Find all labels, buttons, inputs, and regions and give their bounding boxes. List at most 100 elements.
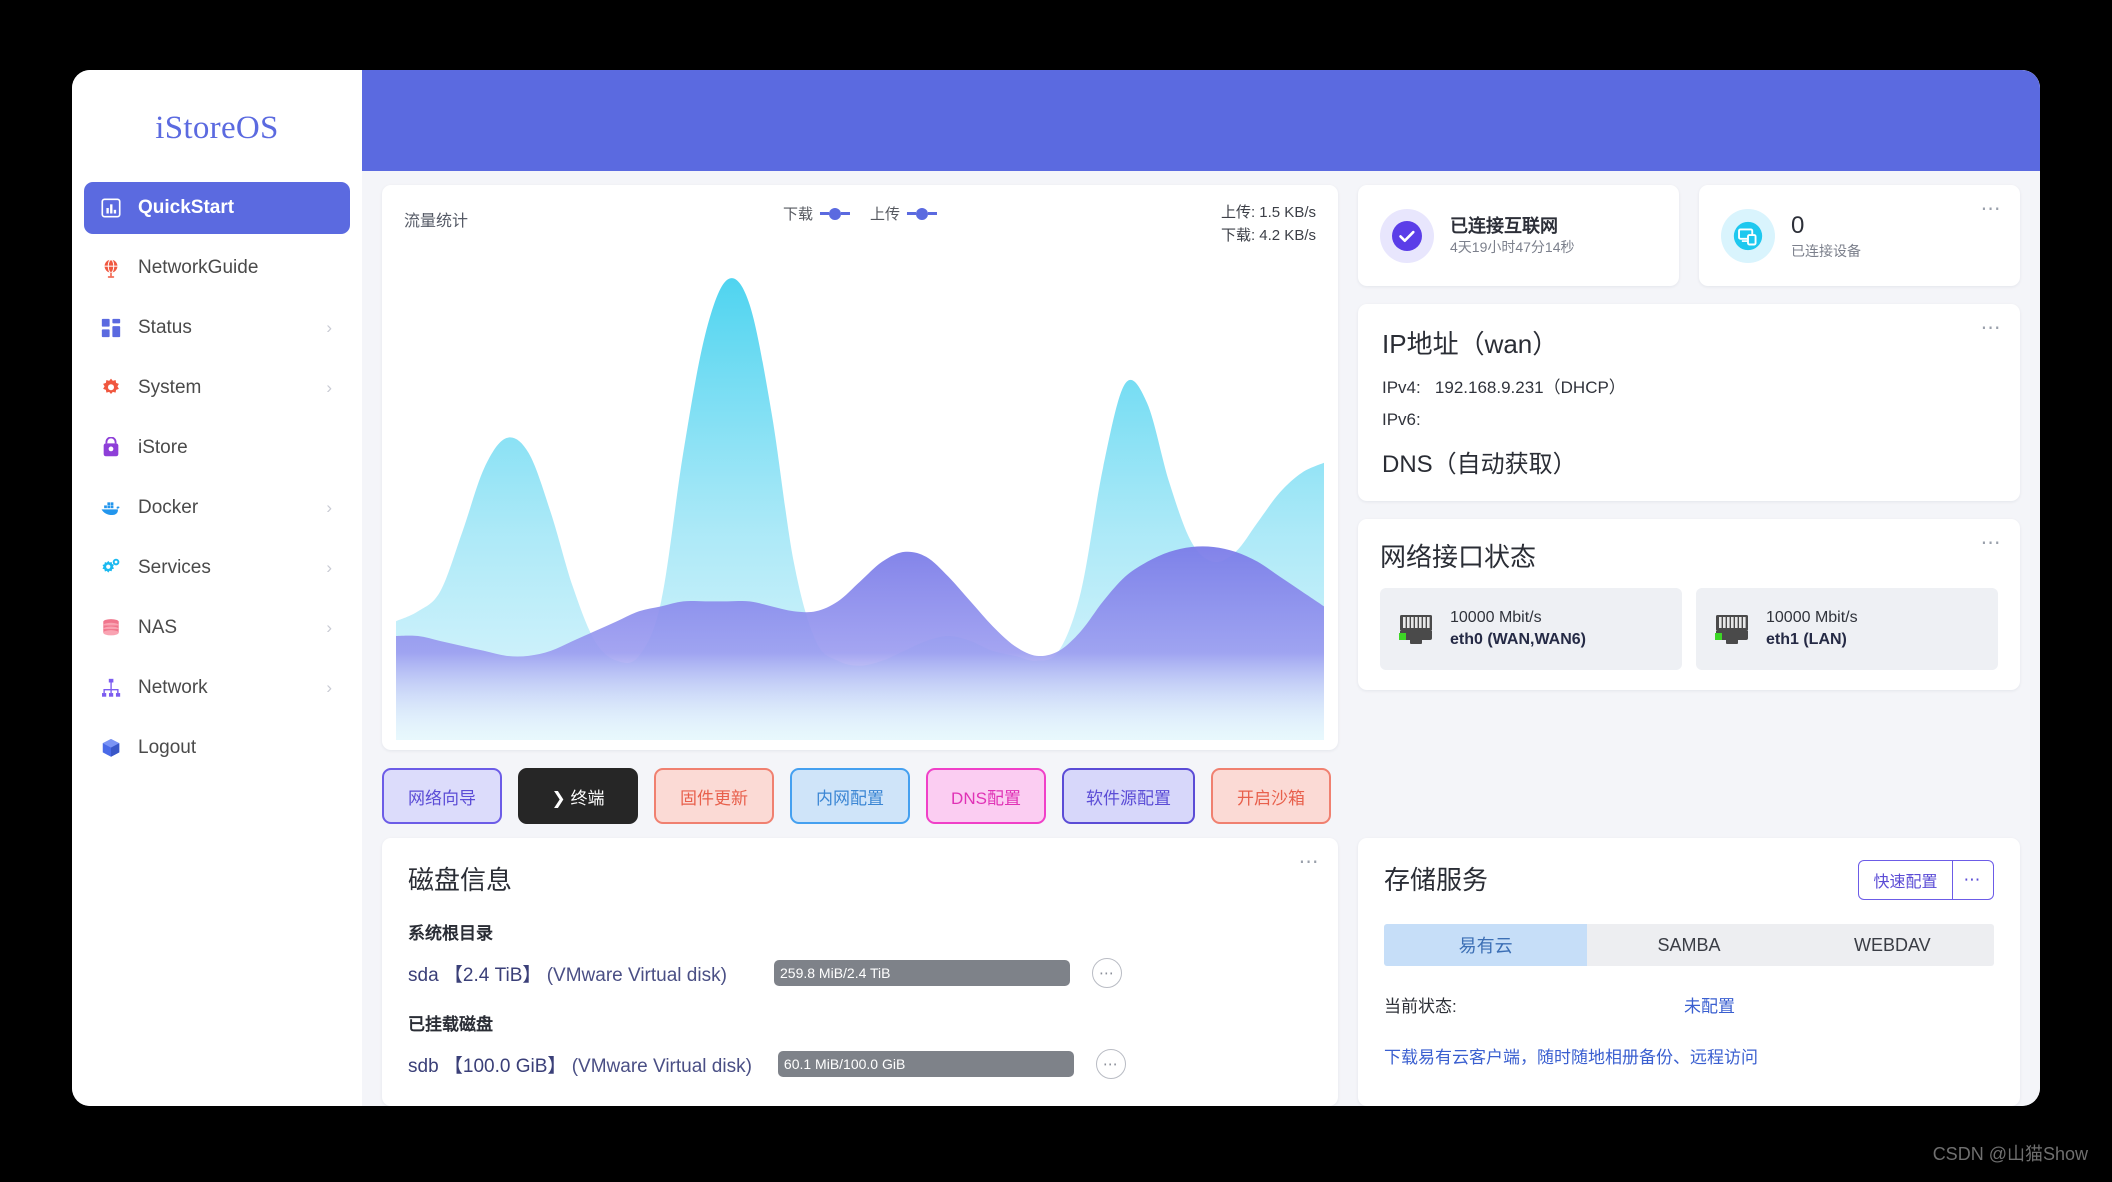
disk-group-heading: 已挂载磁盘	[408, 1015, 493, 1034]
sidebar-item-label: System	[138, 377, 202, 398]
status-badge: 未配置	[1684, 997, 1735, 1016]
lan-config-button[interactable]: 内网配置	[790, 768, 910, 824]
ipv4-label: IPv4:	[1382, 378, 1421, 397]
check-circle-icon	[1380, 208, 1434, 263]
ipv6-row: IPv6:	[1382, 410, 1996, 430]
sidebar-item-label: NetworkGuide	[138, 257, 259, 278]
table-row: sda 【2.4 TiB】 (VMware Virtual disk) 259.…	[408, 958, 1312, 988]
svc-header-buttons: 快速配置 ⋯	[1858, 860, 1994, 900]
dns-title: DNS（自动获取）	[1382, 451, 1577, 478]
docker-whale-icon	[98, 495, 124, 521]
sidebar-item-logout[interactable]: Logout	[84, 722, 350, 774]
cube-icon	[98, 735, 124, 761]
sidebar-item-label: Logout	[138, 737, 197, 758]
disk-size: 【100.0 GiB】	[443, 1055, 567, 1077]
sidebar-item-nas[interactable]: NAS ›	[84, 602, 350, 654]
rate-readout: 上传: 1.5 KB/s 下载: 4.2 KB/s	[1221, 201, 1316, 248]
chevron-right-icon: ›	[326, 678, 332, 697]
sidebar-item-network[interactable]: Network ›	[84, 662, 350, 714]
disk-model: (VMware Virtual disk)	[546, 964, 727, 986]
disk-row-menu-icon[interactable]: ⋯	[1095, 1049, 1126, 1079]
lower-region: 磁盘信息 ⋯ 系统根目录 sda 【2.4 TiB】 (VMware Virtu…	[382, 838, 2020, 1106]
netif-eth0[interactable]: 10000 Mbit/s eth0 (WAN,WAN6)	[1380, 588, 1682, 670]
storage-services-card: 存储服务 快速配置 ⋯ 易有云 SAMBA WEBDAV 当前状态: 未配置 下…	[1358, 838, 2020, 1106]
tab-yiyouyun[interactable]: 易有云	[1384, 924, 1588, 966]
disk-row-menu-icon[interactable]: ⋯	[1092, 958, 1122, 988]
sidebar-item-status[interactable]: Status ›	[84, 302, 350, 354]
tab-samba[interactable]: SAMBA	[1587, 924, 1791, 966]
sidebar-item-label: Services	[138, 557, 211, 578]
ipv4-row: IPv4: 192.168.9.231（DHCP）	[1382, 373, 1996, 398]
disk-device: sdb	[408, 1055, 439, 1077]
ethernet-port-icon	[1394, 611, 1438, 647]
sidebar-item-label: NAS	[138, 617, 178, 638]
gears-icon	[98, 555, 124, 581]
netif-name: eth1 (LAN)	[1766, 631, 1847, 648]
tab-webdav[interactable]: WEBDAV	[1790, 924, 1994, 966]
sidebar-item-services[interactable]: Services ›	[84, 542, 350, 594]
repo-config-button[interactable]: 软件源配置	[1062, 768, 1195, 824]
traffic-chart-card: 流量统计 下载 上传 上传: 1.5 KB/s 下载: 4.2 KB/s	[382, 185, 1338, 750]
svc-status-label: 当前状态:	[1384, 997, 1457, 1016]
netif-card-title: 网络接口状态	[1380, 542, 1537, 572]
quick-config-button[interactable]: 快速配置	[1858, 860, 1953, 900]
internet-status-title: 已连接互联网	[1450, 215, 1558, 236]
chevron-right-icon: ›	[326, 618, 332, 637]
netif-speed: 10000 Mbit/s	[1450, 608, 1542, 626]
netif-name: eth0 (WAN,WAN6)	[1450, 631, 1586, 648]
internet-uptime: 4天19小时47分14秒	[1450, 239, 1575, 256]
sidebar-item-label: QuickStart	[138, 197, 235, 218]
disk-usage-bar: 60.1 MiB/100.0 GiB	[777, 1051, 1074, 1077]
sidebar-item-networkguide[interactable]: NetworkGuide	[84, 242, 350, 294]
ip-card-title: IP地址（wan）	[1382, 329, 1559, 359]
watermark: CSDN @山猫Show	[1932, 1144, 2088, 1164]
devices-text: 0 已连接设备	[1791, 210, 1861, 261]
sidebar-item-istore[interactable]: iStore	[84, 422, 350, 474]
download-rate: 下载: 4.2 KB/s	[1220, 227, 1316, 245]
legend-item-upload[interactable]: 上传	[870, 203, 938, 224]
disk-card-title: 磁盘信息	[408, 865, 513, 895]
netif-more-icon[interactable]: ⋯	[1981, 533, 2003, 553]
netif-eth0-text: 10000 Mbit/s eth0 (WAN,WAN6)	[1450, 607, 1586, 652]
svc-more-icon[interactable]: ⋯	[1952, 860, 1994, 900]
svc-header: 存储服务 快速配置 ⋯	[1384, 860, 1994, 900]
sidebar-item-label: Network	[138, 677, 208, 698]
legend-item-download[interactable]: 下载	[783, 203, 850, 224]
sidebar-nav: QuickStart NetworkGuide Status › System …	[72, 178, 362, 774]
disk-device: sda	[408, 964, 439, 986]
network-interface-card: 网络接口状态 ⋯ 10000 Mbit/s eth0 (WAN,WAN6) 10…	[1358, 519, 2020, 690]
sidebar-item-system[interactable]: System ›	[84, 362, 350, 414]
devices-more-icon[interactable]: ⋯	[1981, 199, 2003, 219]
disk-more-icon[interactable]: ⋯	[1299, 852, 1321, 872]
quick-action-buttons: 网络向导 ❯ 终端 固件更新 内网配置 DNS配置 软件源配置 开启沙箱	[382, 768, 1338, 824]
chart-bar-icon	[98, 195, 124, 221]
terminal-button[interactable]: ❯ 终端	[518, 768, 638, 824]
svc-status-row: 当前状态: 未配置	[1384, 992, 1994, 1017]
sidebar-item-docker[interactable]: Docker ›	[84, 482, 350, 534]
disk-usage-text: 60.1 MiB/100.0 GiB	[783, 1056, 906, 1072]
chevron-right-icon: ›	[326, 378, 332, 397]
sidebar-item-quickstart[interactable]: QuickStart	[84, 182, 350, 234]
chevron-right-icon: ›	[326, 498, 332, 517]
netif-eth1[interactable]: 10000 Mbit/s eth1 (LAN)	[1696, 588, 1998, 670]
globe-icon	[98, 255, 124, 281]
ip-card-more-icon[interactable]: ⋯	[1981, 318, 2003, 338]
sidebar-item-label: Docker	[138, 497, 199, 518]
legend-label: 下载	[782, 206, 813, 223]
legend-marker-icon	[907, 207, 938, 220]
main-area: 流量统计 下载 上传 上传: 1.5 KB/s 下载: 4.2 KB/s 网络向…	[362, 70, 2040, 1106]
upload-rate: 上传: 1.5 KB/s	[1220, 204, 1316, 221]
dns-config-button[interactable]: DNS配置	[926, 768, 1046, 824]
network-wizard-button[interactable]: 网络向导	[382, 768, 502, 824]
disk-usage-bar: 259.8 MiB/2.4 TiB	[774, 960, 1070, 986]
gear-icon	[98, 375, 124, 401]
firmware-update-button[interactable]: 固件更新	[654, 768, 774, 824]
devices-icon	[1721, 208, 1775, 263]
svc-promo-link[interactable]: 下载易有云客户端，随时随地相册备份、远程访问	[1384, 1043, 1994, 1068]
devices-label: 已连接设备	[1791, 243, 1861, 260]
chart-plot-area	[396, 245, 1324, 750]
disk-info-card: 磁盘信息 ⋯ 系统根目录 sda 【2.4 TiB】 (VMware Virtu…	[382, 838, 1338, 1106]
netif-speed: 10000 Mbit/s	[1766, 608, 1858, 626]
internet-status-text: 已连接互联网 4天19小时47分14秒	[1450, 214, 1575, 257]
enable-sandbox-button[interactable]: 开启沙箱	[1211, 768, 1331, 824]
